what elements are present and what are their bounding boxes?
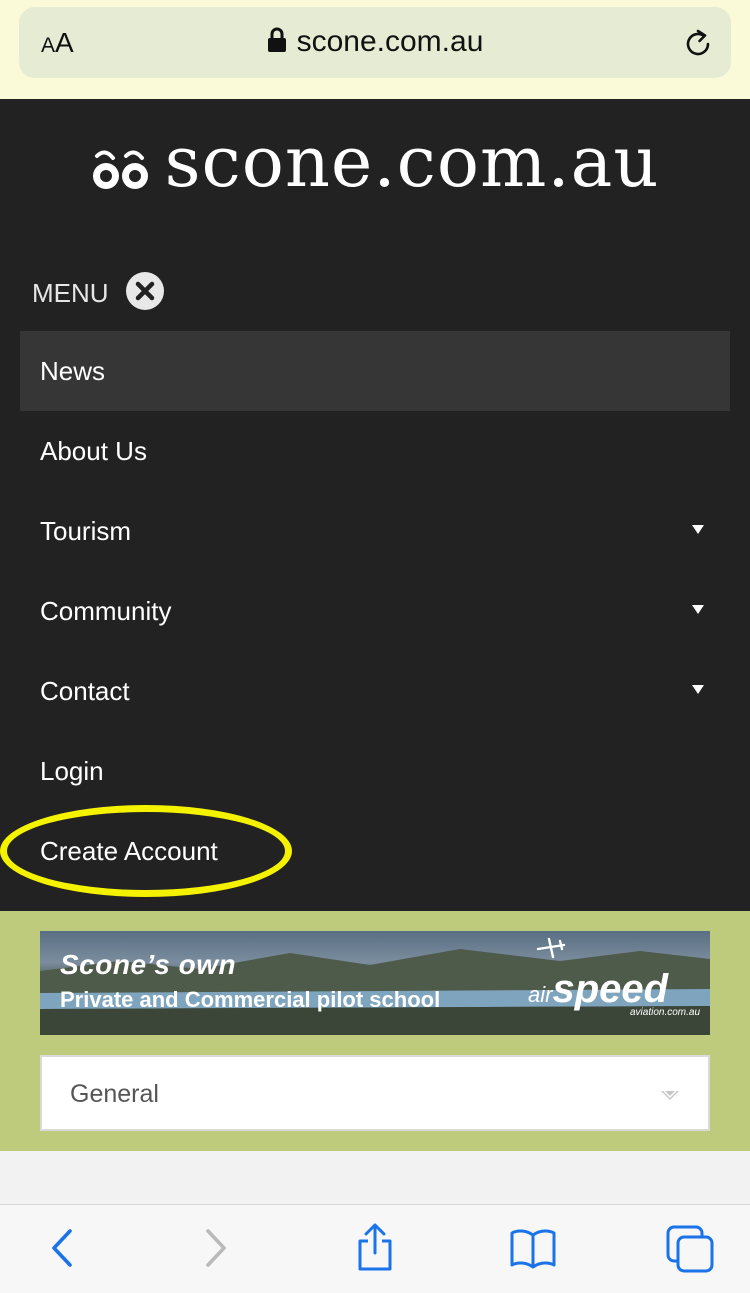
lock-icon xyxy=(267,27,287,61)
main-nav: News About Us Tourism Community Contact … xyxy=(0,331,730,897)
tabs-icon[interactable] xyxy=(664,1223,716,1280)
nav-item-tourism[interactable]: Tourism xyxy=(20,491,730,571)
category-select[interactable]: General xyxy=(40,1055,710,1131)
menu-label: MENU xyxy=(32,278,109,308)
nav-item-contact[interactable]: Contact xyxy=(20,651,730,731)
site-header: scone.com.au MENU News About Us Tourism … xyxy=(0,99,750,911)
forward-icon[interactable] xyxy=(202,1225,232,1276)
site-logo[interactable]: scone.com.au xyxy=(0,121,750,203)
nav-item-label: Create Account xyxy=(40,835,218,866)
logo-text: scone.com.au xyxy=(164,121,660,203)
nav-item-label: Login xyxy=(40,755,104,786)
chevron-down-icon[interactable] xyxy=(660,1089,680,1107)
nav-item-label: Contact xyxy=(40,675,130,706)
nav-item-login[interactable]: Login xyxy=(20,731,730,811)
browser-toolbar xyxy=(0,1204,750,1293)
plane-icon xyxy=(536,935,566,968)
brand-air-text: air xyxy=(528,982,553,1007)
banner-subtitle: Private and Commercial pilot school xyxy=(60,987,441,1012)
url-display[interactable]: scone.com.au xyxy=(19,25,731,61)
category-select-value: General xyxy=(70,1080,159,1108)
menu-toggle-button[interactable]: MENU xyxy=(32,271,165,316)
bookmarks-icon[interactable] xyxy=(508,1225,558,1276)
caret-down-icon[interactable] xyxy=(692,525,704,534)
address-bar[interactable]: AA scone.com.au xyxy=(19,7,731,78)
airspeed-ad-banner[interactable]: Scone’s own Private and Commercial pilot… xyxy=(40,931,710,1035)
brand-speed-text: speed xyxy=(552,967,669,1011)
nav-item-label: Tourism xyxy=(40,515,132,546)
nav-item-label: Community xyxy=(40,595,172,626)
nav-item-news[interactable]: News xyxy=(20,331,730,411)
nav-item-label: About Us xyxy=(40,435,147,466)
content-band: Scone’s own Private and Commercial pilot… xyxy=(0,911,750,1151)
brand-url-text: aviation.com.au xyxy=(630,1007,701,1018)
nav-item-community[interactable]: Community xyxy=(20,571,730,651)
nav-item-about-us[interactable]: About Us xyxy=(20,411,730,491)
browser-address-area: AA scone.com.au xyxy=(0,0,750,99)
airspeed-logo: airspeed xyxy=(528,967,668,1012)
nav-item-label: News xyxy=(40,355,106,386)
close-icon[interactable] xyxy=(125,271,165,316)
caret-down-icon[interactable] xyxy=(692,605,704,614)
share-icon[interactable] xyxy=(354,1221,396,1278)
banner-title: Scone’s own xyxy=(60,949,237,980)
scone-logo-icon xyxy=(91,142,151,197)
nav-item-create-account[interactable]: Create Account xyxy=(20,811,730,891)
caret-down-icon[interactable] xyxy=(692,685,704,694)
url-text: scone.com.au xyxy=(296,25,484,58)
back-icon[interactable] xyxy=(46,1225,76,1276)
reload-icon[interactable] xyxy=(681,27,715,66)
